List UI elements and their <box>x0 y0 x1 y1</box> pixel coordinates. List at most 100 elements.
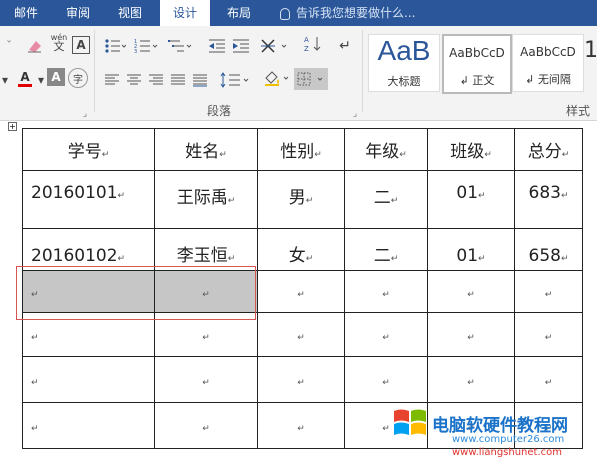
paragraph-mark: ↵ <box>399 150 407 160</box>
tell-me-box[interactable]: 告诉我您想要做什么... <box>280 0 415 26</box>
tab-review[interactable]: 审阅 <box>52 0 104 26</box>
style-no-spacing[interactable]: AaBbCcD ↲ 无间隔 <box>512 34 584 92</box>
table-cell[interactable]: ↵ <box>154 402 258 449</box>
distributed-icon[interactable] <box>190 70 210 90</box>
multilevel-list-icon[interactable] <box>166 36 194 56</box>
paragraph-mark: ↵ <box>202 377 210 388</box>
table-cell[interactable]: ↵ <box>427 312 515 357</box>
header-cell[interactable]: 性别↵ <box>257 128 345 171</box>
table-cell[interactable]: 20160101↵ <box>22 170 155 229</box>
table-cell[interactable]: ↵ <box>514 312 583 357</box>
character-border-icon[interactable]: A <box>72 36 90 54</box>
table-cell[interactable]: ↵ <box>257 312 345 357</box>
header-cell[interactable]: 总分↵ <box>514 128 583 171</box>
paragraph-mark: ↵ <box>561 150 570 160</box>
paragraph-mark: ↵ <box>390 254 399 264</box>
style-heading1-partial[interactable]: 1 <box>584 38 597 63</box>
paragraph-mark: ↵ <box>484 150 492 160</box>
paragraph-mark: ↵ <box>227 196 236 206</box>
asian-layout-icon[interactable] <box>258 36 292 56</box>
borders-icon[interactable] <box>294 68 328 90</box>
phonetic-guide-icon[interactable]: wén 文 <box>47 32 71 52</box>
paragraph-mark: ↵ <box>117 191 126 201</box>
table-cell[interactable]: ↵ <box>257 270 345 313</box>
table-cell[interactable]: ↵ <box>22 356 155 403</box>
table-cell[interactable]: ↵ <box>22 402 155 449</box>
align-right-icon[interactable] <box>146 70 166 90</box>
bullets-icon[interactable] <box>102 36 128 56</box>
align-left-icon[interactable] <box>102 70 122 90</box>
font-size-shrink-icon[interactable]: ˇ <box>4 36 14 56</box>
table-cell[interactable]: 658↵ <box>514 228 583 271</box>
clear-formatting-icon[interactable] <box>24 36 46 56</box>
table-move-handle-icon[interactable]: + <box>8 122 17 131</box>
line-spacing-icon[interactable] <box>218 70 252 90</box>
header-cell[interactable]: 姓名↵ <box>154 128 258 171</box>
table-cell[interactable]: ↵ <box>344 356 428 403</box>
character-shading-icon[interactable]: A <box>47 68 65 86</box>
table-cell[interactable]: 女↵ <box>257 228 345 271</box>
group-separator <box>94 30 95 112</box>
table-cell[interactable]: 李玉恒↵ <box>154 228 258 271</box>
table-cell[interactable]: ↵ <box>427 270 515 313</box>
header-cell[interactable]: 年级↵ <box>344 128 428 171</box>
style-no-spacing-sample: AaBbCcD <box>520 45 576 59</box>
style-normal[interactable]: AaBbCcD ↲ 正文 <box>442 34 512 94</box>
justify-icon[interactable] <box>168 70 188 90</box>
table-cell[interactable]: 二↵ <box>344 228 428 271</box>
paragraph-mark: ↵ <box>560 254 569 264</box>
chevron-down-icon[interactable]: ▾ <box>36 70 46 90</box>
style-title[interactable]: AaB 大标题 <box>368 34 440 92</box>
tab-layout[interactable]: 布局 <box>214 0 264 26</box>
paragraph-mark: ↵ <box>314 150 322 160</box>
paragraph-mark: ↵ <box>101 150 110 160</box>
enclose-characters-icon[interactable]: 字 <box>68 68 88 88</box>
table-cell[interactable]: ↵ <box>514 270 583 313</box>
table-cell[interactable]: 01↵ <box>427 228 515 271</box>
table-cell[interactable]: ↵ <box>427 356 515 403</box>
table-cell[interactable]: ↵ <box>257 356 345 403</box>
increase-indent-icon[interactable] <box>230 36 252 56</box>
watermark-url-2: www.liangshunet.com <box>452 447 562 458</box>
align-center-icon[interactable] <box>124 70 144 90</box>
numbering-icon[interactable]: 123 <box>132 36 160 56</box>
lightbulb-icon <box>280 7 290 20</box>
paragraph-mark: ↵ <box>382 289 390 300</box>
header-text: 年级 <box>365 142 400 162</box>
font-color-icon[interactable]: A <box>14 68 36 88</box>
cell-text: 二 <box>373 246 391 266</box>
shading-icon[interactable] <box>262 68 292 88</box>
table-cell[interactable]: 二↵ <box>344 170 428 229</box>
cell-text: 01 <box>456 246 479 266</box>
tab-mailings[interactable]: 邮件 <box>0 0 52 26</box>
chevron-down-icon[interactable]: ▾ <box>0 70 10 90</box>
table-cell[interactable]: 683↵ <box>514 170 583 229</box>
table-cell[interactable]: ↵ <box>514 356 583 403</box>
paragraph-mark: ↵ <box>297 423 305 434</box>
header-cell[interactable]: 班级↵ <box>427 128 515 171</box>
header-text: 班级 <box>450 142 485 162</box>
paragraph-mark: ↵ <box>297 377 305 388</box>
table-cell[interactable]: ↵ <box>257 402 345 449</box>
show-hide-marks-icon[interactable]: ↵ <box>334 36 356 56</box>
paragraph-mark: ↵ <box>382 423 390 434</box>
tab-view[interactable]: 视图 <box>104 0 156 26</box>
table-cell[interactable]: ↵ <box>344 270 428 313</box>
table-cell[interactable]: ↵ <box>344 312 428 357</box>
table-cell[interactable]: 01↵ <box>427 170 515 229</box>
character-border-glyph: A <box>76 38 86 52</box>
table-cell[interactable]: ↵ <box>154 356 258 403</box>
ribbon-body: ˇ wén 文 A ▾ A ▾ A 字 123 AZ ↵ 段落 ⌟ ⌟ AaB … <box>0 26 597 121</box>
group-separator <box>362 30 363 112</box>
cell-text: 男 <box>288 188 306 208</box>
table-cell[interactable]: 男↵ <box>257 170 345 229</box>
paragraph-mark: ↵ <box>297 289 305 300</box>
header-cell[interactable]: 学号↵ <box>22 128 155 171</box>
decrease-indent-icon[interactable] <box>206 36 228 56</box>
tab-design[interactable]: 设计 <box>160 0 210 27</box>
style-no-spacing-name: ↲ 无间隔 <box>525 73 571 86</box>
sort-icon[interactable]: AZ <box>302 34 324 54</box>
table-cell[interactable]: 20160102↵ <box>22 228 155 271</box>
character-shading-glyph: A <box>51 70 61 84</box>
table-cell[interactable]: 王际禹↵ <box>154 170 258 229</box>
